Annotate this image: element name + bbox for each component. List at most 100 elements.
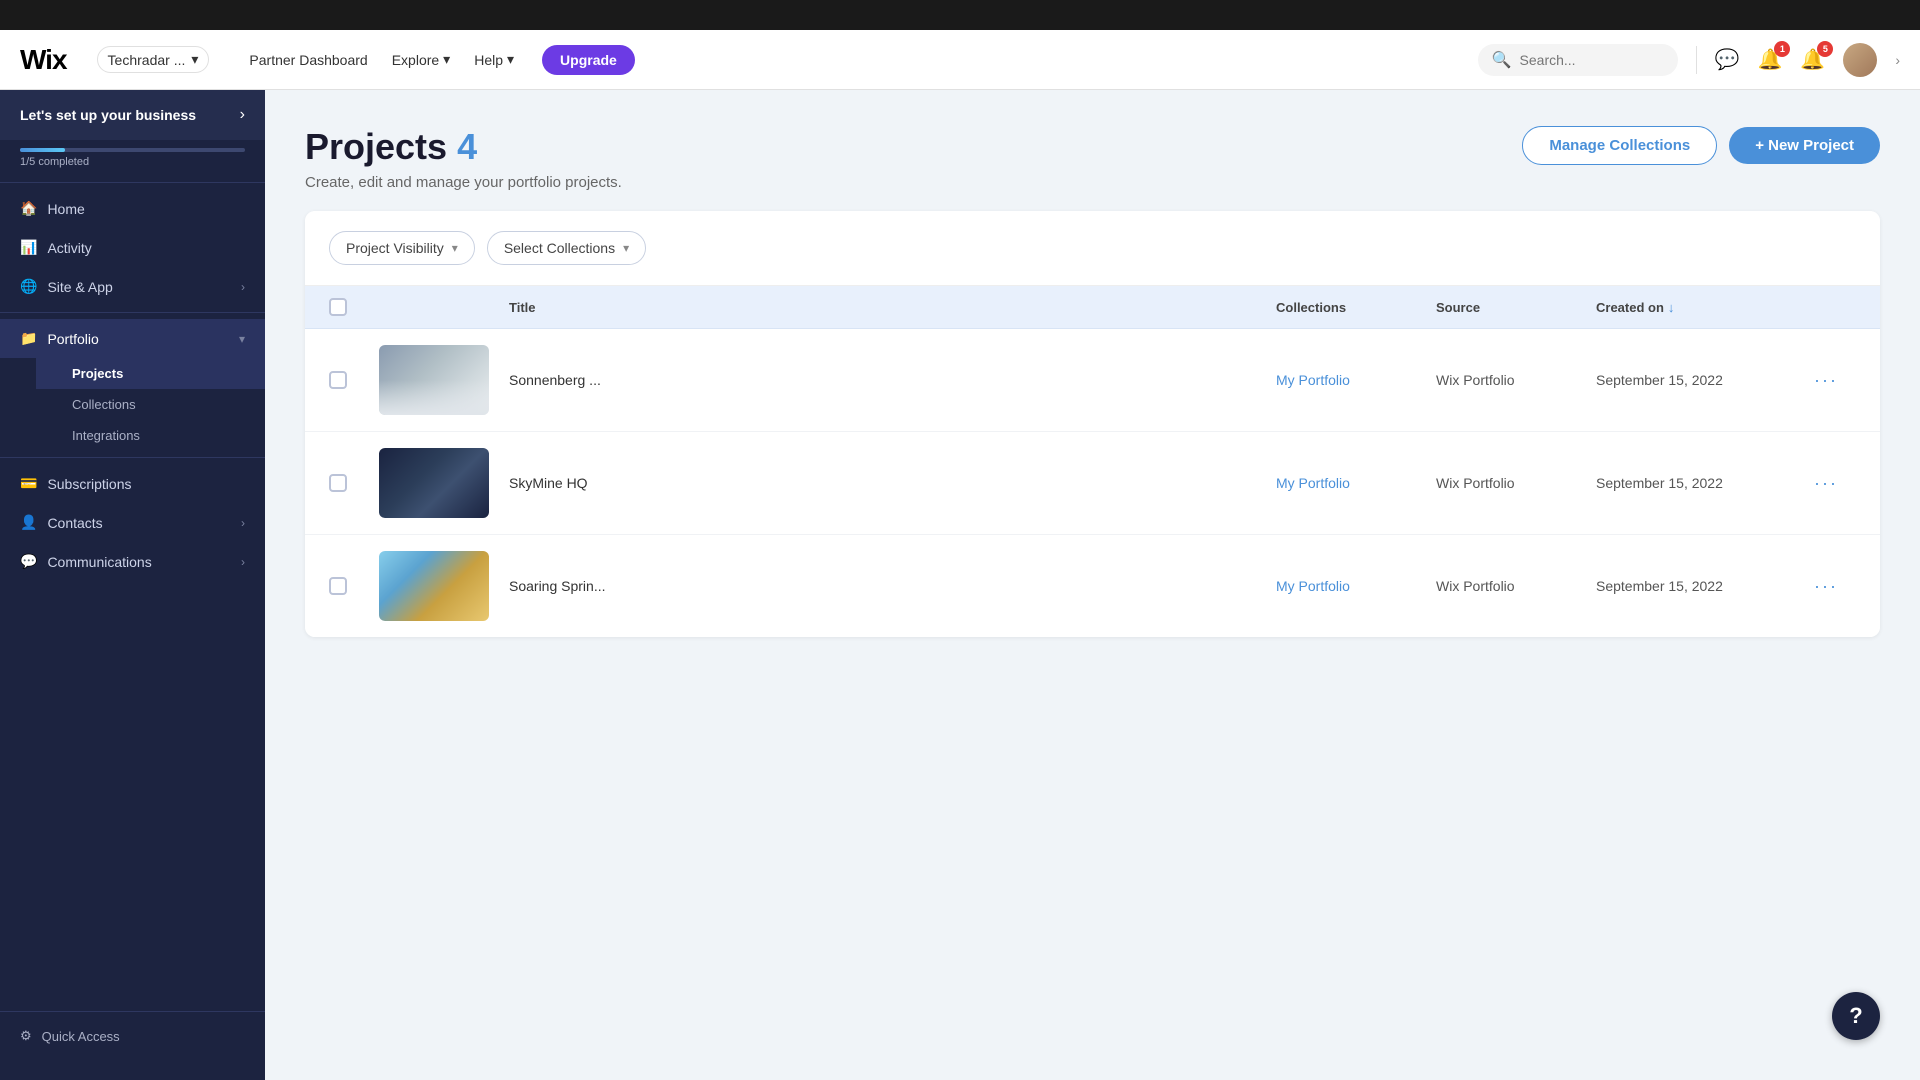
header-title-cell: Title [509, 298, 1276, 316]
main-content: Projects 4 Create, edit and manage your … [265, 90, 1920, 1080]
help-chevron-icon: ▾ [507, 51, 514, 68]
row-collection-1: My Portfolio [1276, 372, 1436, 388]
quick-access-button[interactable]: ⚙ Quick Access [20, 1028, 245, 1044]
site-app-chevron-icon: › [241, 280, 245, 294]
sidebar-item-communications[interactable]: 💬 Communications › [0, 542, 265, 581]
search-input[interactable] [1520, 52, 1664, 68]
explore-chevron-icon: ▾ [443, 51, 450, 68]
table-rows-container: Sonnenberg ... My Portfolio Wix Portfoli… [305, 329, 1880, 637]
sidebar-projects-label: Projects [72, 366, 123, 381]
sidebar-item-subscriptions[interactable]: 💳 Subscriptions [0, 464, 265, 503]
project-visibility-filter[interactable]: Project Visibility ▾ [329, 231, 475, 265]
new-project-button[interactable]: + New Project [1729, 127, 1880, 164]
row-checkbox-3[interactable] [329, 577, 347, 595]
subscriptions-icon: 💳 [20, 475, 37, 492]
nav-help[interactable]: Help ▾ [474, 51, 514, 68]
projects-table-card: Project Visibility ▾ Select Collections … [305, 211, 1880, 637]
row-thumbnail-cell-3 [379, 551, 509, 621]
upgrade-button[interactable]: Upgrade [542, 45, 635, 75]
header-nav: Partner Dashboard Explore ▾ Help ▾ Upgra… [249, 45, 634, 75]
contacts-chevron-icon: › [241, 516, 245, 530]
header-separator [1696, 46, 1697, 74]
sidebar-item-site-app[interactable]: 🌐 Site & App › [0, 267, 265, 306]
row-checkbox-2[interactable] [329, 474, 347, 492]
contacts-icon: 👤 [20, 514, 37, 531]
sidebar-divider-3 [0, 457, 265, 458]
alerts-container[interactable]: 🔔 5 [1800, 47, 1825, 72]
row-title-2: SkyMine HQ [509, 475, 1276, 491]
sidebar: Let's set up your business › 1/5 complet… [0, 90, 265, 1080]
home-icon: 🏠 [20, 200, 37, 217]
sidebar-item-home[interactable]: 🏠 Home [0, 189, 265, 228]
table-row: Sonnenberg ... My Portfolio Wix Portfoli… [305, 329, 1880, 432]
notifications-bell-container[interactable]: 🔔 1 [1758, 47, 1783, 72]
sidebar-item-projects[interactable]: Projects [36, 358, 265, 389]
row-source-2: Wix Portfolio [1436, 475, 1596, 491]
sort-icon: ↓ [1668, 300, 1675, 315]
site-selector[interactable]: Techradar ... ▾ [97, 46, 210, 73]
main-header: Wix Techradar ... ▾ Partner Dashboard Ex… [0, 30, 1920, 90]
thumbnail-image-1 [379, 345, 489, 415]
projects-count: 4 [457, 126, 477, 167]
activity-icon: 📊 [20, 239, 37, 256]
header-collections-cell: Collections [1276, 298, 1436, 316]
table-row: SkyMine HQ My Portfolio Wix Portfolio Se… [305, 432, 1880, 535]
avatar-image [1843, 43, 1877, 77]
header-thumbnail-cell [379, 298, 509, 316]
nav-partner-dashboard[interactable]: Partner Dashboard [249, 52, 367, 68]
main-layout: Let's set up your business › 1/5 complet… [0, 90, 1920, 1080]
sidebar-communications-label: Communications [47, 554, 151, 570]
row-source-1: Wix Portfolio [1436, 372, 1596, 388]
row-checkbox-1[interactable] [329, 371, 347, 389]
communications-chevron-icon: › [241, 555, 245, 569]
sidebar-item-collections[interactable]: Collections [36, 389, 265, 420]
user-avatar[interactable] [1843, 43, 1877, 77]
table-header: Title Collections Source Created on ↓ [305, 286, 1880, 329]
row-date-1: September 15, 2022 [1596, 372, 1796, 388]
row-actions-button-1[interactable]: ··· [1796, 370, 1856, 391]
row-checkbox-cell [329, 474, 379, 492]
row-actions-button-3[interactable]: ··· [1796, 576, 1856, 597]
top-bar [0, 0, 1920, 30]
project-thumbnail-1 [379, 345, 489, 415]
help-button[interactable]: ? [1832, 992, 1880, 1040]
collections-chevron-icon: ▾ [623, 241, 629, 255]
sidebar-item-contacts[interactable]: 👤 Contacts › [0, 503, 265, 542]
sidebar-item-portfolio[interactable]: 📁 Portfolio ▾ [0, 319, 265, 358]
sidebar-item-activity[interactable]: 📊 Activity [0, 228, 265, 267]
header-checkbox[interactable] [329, 298, 347, 316]
sidebar-integrations-label: Integrations [72, 428, 140, 443]
sidebar-contacts-label: Contacts [47, 515, 102, 531]
row-thumbnail-cell-2 [379, 448, 509, 518]
thumbnail-image-3 [379, 551, 489, 621]
row-title-1: Sonnenberg ... [509, 372, 1276, 388]
filter-bar: Project Visibility ▾ Select Collections … [305, 211, 1880, 286]
site-icon: 🌐 [20, 278, 37, 295]
row-actions-button-2[interactable]: ··· [1796, 473, 1856, 494]
row-checkbox-cell [329, 371, 379, 389]
page-header-actions: Manage Collections + New Project [1522, 126, 1880, 165]
sidebar-portfolio-label: Portfolio [47, 331, 98, 347]
header-actions-cell [1796, 298, 1856, 316]
header-created-on-cell[interactable]: Created on ↓ [1596, 298, 1796, 316]
row-collection-3: My Portfolio [1276, 578, 1436, 594]
row-date-3: September 15, 2022 [1596, 578, 1796, 594]
visibility-chevron-icon: ▾ [452, 241, 458, 255]
bell-badge: 1 [1774, 41, 1790, 57]
header-expand-chevron-icon[interactable]: › [1895, 52, 1900, 68]
sidebar-item-integrations[interactable]: Integrations [36, 420, 265, 451]
site-name: Techradar ... [108, 52, 186, 68]
wix-logo: Wix [20, 44, 67, 76]
sidebar-divider-1 [0, 182, 265, 183]
messages-icon-container[interactable]: 💬 [1715, 47, 1740, 72]
manage-collections-button[interactable]: Manage Collections [1522, 126, 1717, 165]
select-collections-filter[interactable]: Select Collections ▾ [487, 231, 646, 265]
communications-icon: 💬 [20, 553, 37, 570]
progress-bar-container [20, 148, 245, 152]
visibility-filter-label: Project Visibility [346, 240, 444, 256]
sidebar-setup-banner[interactable]: Let's set up your business › [0, 90, 265, 140]
collections-filter-label: Select Collections [504, 240, 615, 256]
nav-explore[interactable]: Explore ▾ [392, 51, 451, 68]
search-box[interactable]: 🔍 [1478, 44, 1678, 76]
page-title-section: Projects 4 Create, edit and manage your … [305, 126, 622, 191]
